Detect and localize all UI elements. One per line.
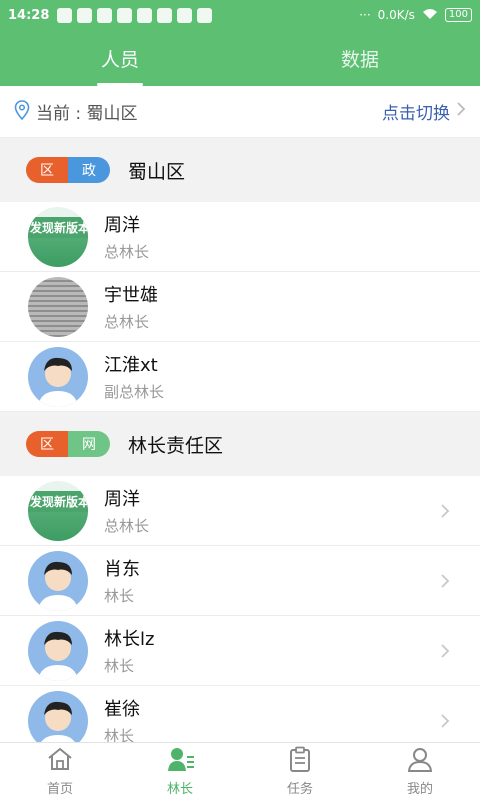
person-name: 肖东 <box>104 559 140 580</box>
person-name: 周洋 <box>104 215 140 236</box>
person-role: 总林长 <box>104 243 150 261</box>
person-row[interactable]: 江淮xt 副总林长 <box>0 342 480 412</box>
chevron-right-icon <box>440 713 450 733</box>
avatar-banner-text: 发现新版本 <box>28 216 88 238</box>
top-tabs: 人员 数据 <box>0 30 480 86</box>
badge-right: 政 <box>68 157 110 183</box>
person-row[interactable]: 发现新版本 周洋 总林长 <box>0 476 480 546</box>
person-role: 林长 <box>104 657 135 675</box>
status-bar: 14:28 ··· 0.0K/s 100 <box>0 0 480 30</box>
home-icon <box>46 746 74 778</box>
avatar <box>28 550 88 611</box>
clipboard-icon <box>287 746 313 778</box>
person-name: 江淮xt <box>104 355 158 376</box>
chevron-right-icon <box>456 101 466 122</box>
nav-mine[interactable]: 我的 <box>360 743 480 800</box>
badge-left: 区 <box>26 431 68 457</box>
person-role: 总林长 <box>104 313 150 331</box>
avatar <box>28 620 88 681</box>
section-header-responsibility: 区 网 林长责任区 <box>0 412 480 476</box>
nav-tasks-label: 任务 <box>286 782 313 797</box>
notification-app-icon <box>197 7 213 23</box>
nav-home[interactable]: 首页 <box>0 743 120 800</box>
avatar: 发现新版本 <box>28 480 88 541</box>
avatar-banner-text: 发现新版本 <box>28 490 88 512</box>
person-name: 崔徐 <box>104 699 140 720</box>
nav-forest-chief-label: 林长 <box>166 782 193 797</box>
nav-tasks[interactable]: 任务 <box>240 743 360 800</box>
current-location-bar: 当前 : 蜀山区 点击切换 <box>0 86 480 138</box>
person-row[interactable]: 发现新版本 周洋 总林长 <box>0 202 480 272</box>
network-speed: 0.0K/s <box>377 8 415 22</box>
notification-app-icon <box>177 7 193 23</box>
avatar <box>28 276 88 337</box>
person-role: 副总林长 <box>104 383 165 401</box>
section-title: 蜀山区 <box>128 160 186 183</box>
forest-ranger-icon <box>165 746 195 778</box>
person-name: 周洋 <box>104 489 140 510</box>
location-pin-icon <box>14 99 30 124</box>
status-time: 14:28 <box>8 7 50 23</box>
notification-app-icon <box>77 7 93 23</box>
person-role: 林长 <box>104 587 135 605</box>
person-name: 林长lz <box>104 629 155 650</box>
tab-data[interactable]: 数据 <box>240 30 480 86</box>
notification-app-icon <box>97 7 113 23</box>
status-right: ··· 0.0K/s 100 <box>359 8 472 23</box>
switch-location-label: 点击切换 <box>382 104 450 124</box>
avatar: 发现新版本 <box>28 206 88 267</box>
nav-home-label: 首页 <box>46 782 73 797</box>
person-role: 总林长 <box>104 517 150 535</box>
nav-mine-label: 我的 <box>406 782 433 797</box>
chevron-right-icon <box>440 573 450 593</box>
tab-people[interactable]: 人员 <box>0 30 240 86</box>
switch-location-button[interactable]: 点击切换 <box>382 99 466 124</box>
person-row[interactable]: 宇世雄 总林长 <box>0 272 480 342</box>
notification-app-icon <box>117 7 133 23</box>
avatar <box>28 346 88 407</box>
notification-app-icon <box>137 7 153 23</box>
user-icon <box>407 746 433 778</box>
section-badge: 区 网 <box>26 431 110 457</box>
badge-right: 网 <box>68 431 110 457</box>
notification-icons <box>57 7 213 23</box>
section-badge: 区 政 <box>26 157 110 183</box>
chevron-right-icon <box>440 503 450 523</box>
current-location-text: 当前 : 蜀山区 <box>36 104 138 124</box>
chevron-right-icon <box>440 643 450 663</box>
battery-indicator: 100 <box>444 8 472 22</box>
nav-forest-chief[interactable]: 林长 <box>120 743 240 800</box>
section-header-district: 区 政 蜀山区 <box>0 138 480 202</box>
badge-left: 区 <box>26 157 68 183</box>
notification-app-icon <box>157 7 173 23</box>
tab-people-label: 人员 <box>100 48 139 71</box>
more-dots-icon: ··· <box>359 8 371 22</box>
section-title: 林长责任区 <box>128 434 224 457</box>
tab-data-label: 数据 <box>340 48 379 71</box>
person-row[interactable]: 林长lz 林长 <box>0 616 480 686</box>
bottom-nav: 首页 林长 任务 我的 <box>0 742 480 800</box>
notification-app-icon <box>57 7 73 23</box>
person-row[interactable]: 肖东 林长 <box>0 546 480 616</box>
wifi-icon <box>422 8 438 23</box>
person-name: 宇世雄 <box>104 285 158 306</box>
